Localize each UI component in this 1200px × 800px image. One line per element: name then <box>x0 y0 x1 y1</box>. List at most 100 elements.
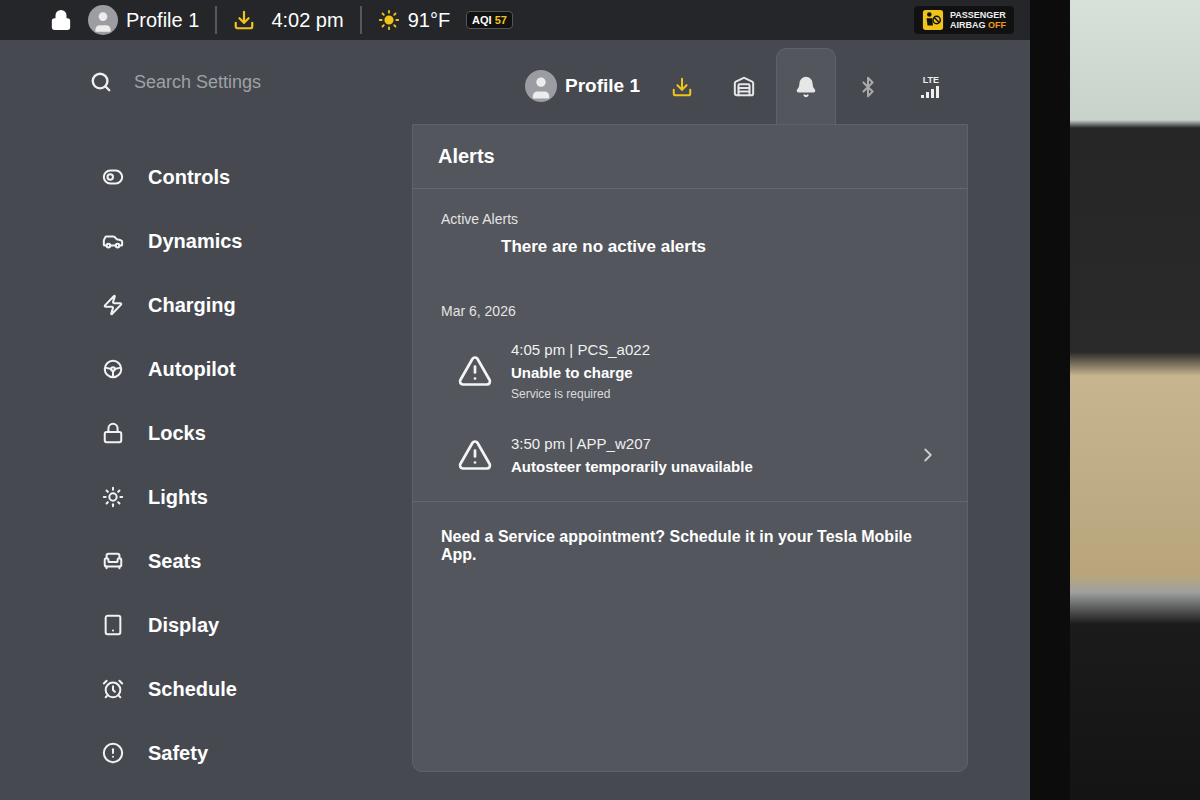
search-placeholder: Search Settings <box>134 72 261 93</box>
sidebar-icon-slot <box>100 230 126 252</box>
aqi-label: AQI <box>472 14 492 26</box>
profile-name: Profile 1 <box>126 9 199 32</box>
empty-message: There are no active alerts <box>441 237 939 257</box>
sidebar-label: Seats <box>148 550 201 573</box>
header-tab[interactable] <box>838 48 898 124</box>
toggle-icon <box>102 166 124 188</box>
header-tabs: Profile 1 LTE <box>525 48 960 124</box>
airbag-top: PASSENGER <box>950 10 1006 20</box>
airbag-state: OFF <box>988 20 1006 30</box>
clock: 4:02 pm <box>271 9 343 32</box>
download-icon <box>671 76 693 98</box>
sidebar-item[interactable]: Safety <box>100 730 412 776</box>
divider <box>360 6 362 34</box>
header-tab[interactable] <box>652 48 712 124</box>
search-field[interactable]: Search Settings <box>90 40 261 124</box>
temperature: 91°F <box>408 9 450 32</box>
sidebar-icon-slot <box>100 550 126 572</box>
sidebar-item[interactable]: Autopilot <box>100 346 412 392</box>
lightning-icon <box>102 294 124 316</box>
chevron-icon[interactable] <box>917 444 939 466</box>
sidebar-icon-slot <box>100 486 126 508</box>
sidebar-item[interactable]: Dynamics <box>100 218 412 264</box>
display-icon <box>102 614 124 636</box>
header-tab[interactable]: LTE <box>900 48 960 124</box>
lte-indicator: LTE <box>921 76 939 98</box>
profile-name: Profile 1 <box>565 75 640 97</box>
status-bar: Profile 1 4:02 pm 91°F AQI57 PASSENGERAIRBAG… <box>0 0 1030 40</box>
signal-icon <box>921 86 939 98</box>
weather: 91°F <box>378 9 450 32</box>
sidebar-item[interactable]: Seats <box>100 538 412 584</box>
status-profile[interactable]: Profile 1 <box>88 5 199 35</box>
header-tab[interactable] <box>714 48 774 124</box>
sidebar-label: Locks <box>148 422 206 445</box>
sidebar-label: Safety <box>148 742 208 765</box>
alert-title: Unable to charge <box>511 364 939 381</box>
header-tab[interactable] <box>776 48 836 124</box>
lte-label: LTE <box>923 76 939 85</box>
sidebar-item[interactable]: Display <box>100 602 412 648</box>
sidebar-label: Charging <box>148 294 236 317</box>
garage-icon <box>733 76 755 98</box>
sidebar-icon-slot <box>100 358 126 380</box>
sidebar-label: Lights <box>148 486 208 509</box>
alarm-clock-icon <box>102 678 124 700</box>
airbag-badge: PASSENGERAIRBAG OFF <box>914 6 1014 34</box>
download-icon[interactable] <box>233 9 255 31</box>
steering-wheel-icon <box>102 358 124 380</box>
airbag-line: AIRBAG OFF <box>950 20 1006 30</box>
avatar-icon <box>525 70 557 102</box>
alert-row: 4:05 pm | PCS_a022 Unable to charge Servic… <box>441 329 939 413</box>
sidebar-label: Schedule <box>148 678 237 701</box>
alert-text: 4:05 pm | PCS_a022 Unable to charge Servic… <box>511 341 939 401</box>
alerts-section: Active Alerts There are no active alerts M… <box>413 189 967 487</box>
light-icon <box>102 486 124 508</box>
sidebar-icon-slot <box>100 294 126 316</box>
alerts-panel: Alerts Active Alerts There are no active a… <box>412 124 968 772</box>
screen-bezel <box>1030 0 1070 800</box>
alert-detail: Service is required <box>511 387 939 401</box>
active-alerts-heading: Active Alerts <box>441 211 939 227</box>
sidebar-label: Dynamics <box>148 230 243 253</box>
alert-text: 3:50 pm | APP_w207Autosteer temporarily … <box>511 435 899 475</box>
settings-header: Search Settings Profile 1 LTE <box>0 40 1030 124</box>
lock-icon[interactable] <box>50 9 72 31</box>
sidebar-item[interactable]: Locks <box>100 410 412 456</box>
sidebar-item[interactable]: Schedule <box>100 666 412 712</box>
airbag-text: PASSENGERAIRBAG OFF <box>950 10 1006 31</box>
sidebar-icon-slot <box>100 166 126 188</box>
bell-icon <box>795 76 817 98</box>
sidebar-icon-slot <box>100 422 126 444</box>
warning-icon <box>457 437 493 473</box>
alert-title: Autosteer temporarily unavailable <box>511 458 899 475</box>
sidebar-label: Display <box>148 614 219 637</box>
lock-icon <box>102 422 124 444</box>
avatar-icon <box>88 5 118 35</box>
warning-icon <box>457 353 493 389</box>
aqi-badge: AQI57 <box>466 11 513 29</box>
panel-title: Alerts <box>413 125 967 189</box>
bluetooth-icon <box>857 76 879 98</box>
sidebar-item[interactable]: Lights <box>100 474 412 520</box>
header-profile[interactable]: Profile 1 <box>525 48 640 124</box>
sidebar-icon-slot <box>100 742 126 764</box>
sidebar-item[interactable]: Controls <box>100 154 412 200</box>
sidebar-icon-slot <box>100 614 126 636</box>
aqi-value: 57 <box>495 14 507 26</box>
search-icon <box>90 71 112 93</box>
alert-row[interactable]: 3:50 pm | APP_w207Autosteer temporarily … <box>441 423 939 487</box>
airbag-icon <box>922 9 944 31</box>
sidebar-icon-slot <box>100 678 126 700</box>
touchscreen: Profile 1 4:02 pm 91°F AQI57 PASSENGERAIRBAG… <box>0 0 1030 800</box>
sidebar-item[interactable]: Charging <box>100 282 412 328</box>
settings-body: Controls Dynamics Charging Autopilot Locks Li… <box>0 124 1030 800</box>
date-heading: Mar 6, 2026 <box>441 303 939 319</box>
time: 4:02 pm <box>271 9 343 32</box>
seat-icon <box>102 550 124 572</box>
service-footer: Need a Service appointment? Schedule it … <box>413 501 967 590</box>
sidebar-label: Controls <box>148 166 230 189</box>
page: Profile 1 4:02 pm 91°F AQI57 PASSENGERAIRBAG… <box>0 0 1200 800</box>
sidebar-label: Autopilot <box>148 358 236 381</box>
alert-meta: 4:05 pm | PCS_a022 <box>511 341 939 358</box>
